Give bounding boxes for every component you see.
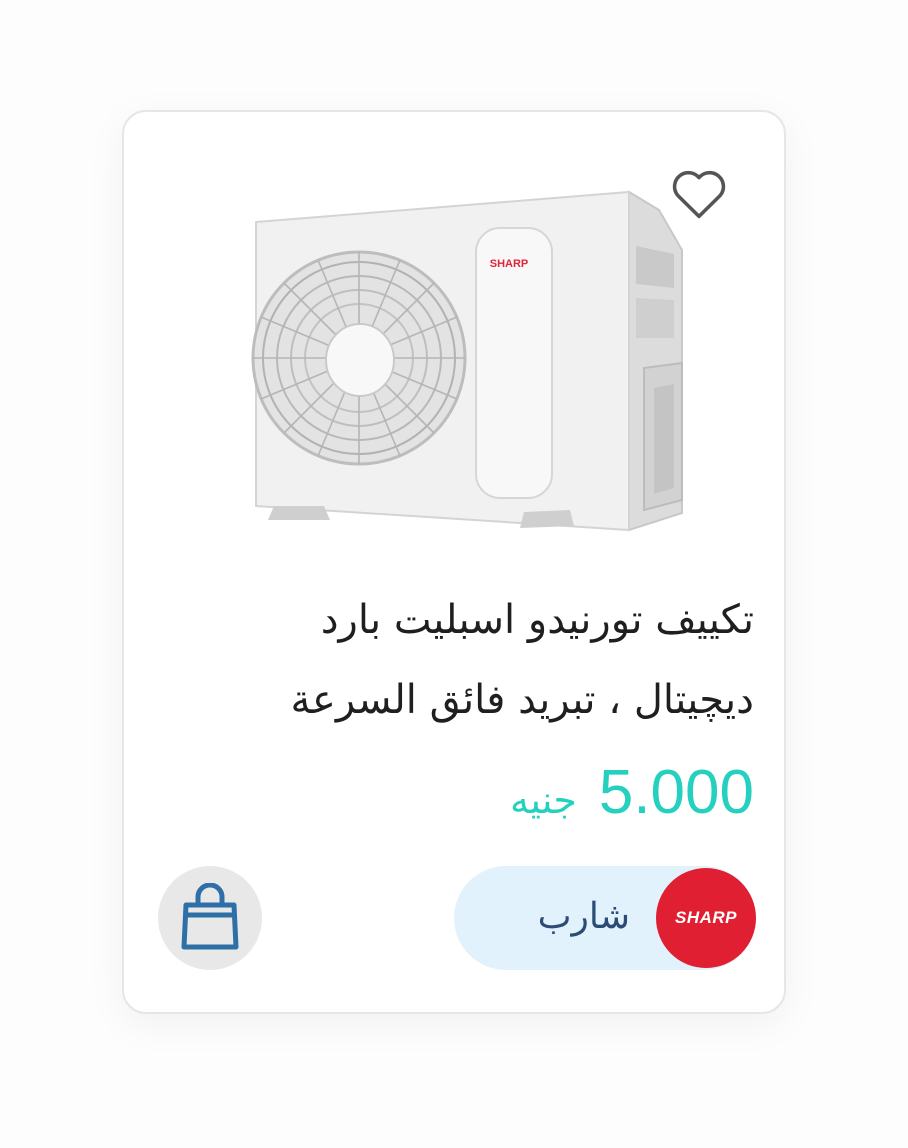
image-brand-text: SHARP [490,258,529,270]
product-title-line-2: ديچيتال ، تبريد فائق السرعة [290,677,755,723]
product-image[interactable]: SHARP [234,188,694,553]
product-title-line-1: تكييف تورنيدو اسبليت بارد [320,597,754,643]
product-price: 5.000 جنيه [254,757,754,828]
favorite-button[interactable] [666,160,732,226]
brand-name: شارب [537,895,630,936]
heart-outline-icon [672,170,726,219]
price-amount: 5.000 [598,758,754,827]
shopping-bag-icon [181,883,239,950]
add-to-cart-button[interactable] [158,866,262,970]
product-card[interactable]: SHARP تكييف تورنيدو اسبليت بارد ديچيتال … [122,110,786,1014]
price-currency: جنيه [510,778,577,822]
product-title[interactable]: تكييف تورنيدو اسبليت بارد ديچيتال ، تبري… [174,580,755,740]
brand-logo-text: SHARP [675,908,738,927]
brand-logo: SHARP [656,868,756,968]
brand-chip[interactable]: SHARP شارب [454,866,756,970]
